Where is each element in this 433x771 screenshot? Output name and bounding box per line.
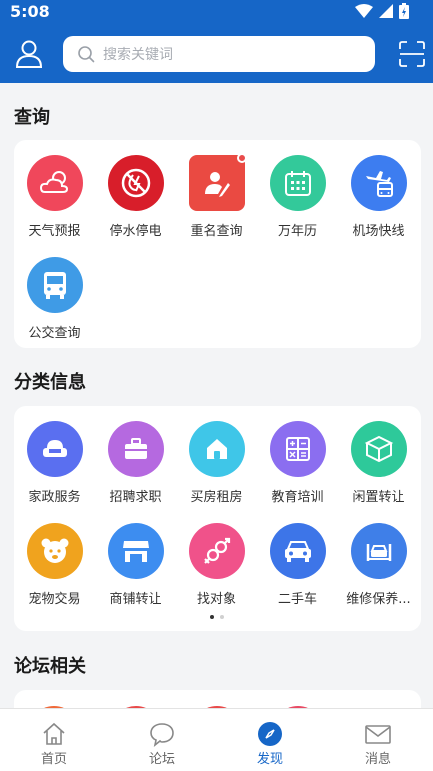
- page-dot: [220, 615, 224, 619]
- grid-item-label: 宠物交易: [28, 592, 81, 607]
- grid-item-label: 家政服务: [28, 490, 81, 505]
- compass-icon: [258, 722, 282, 746]
- tab-label: 论坛: [148, 752, 175, 767]
- grid-item-label: 机场快线: [352, 224, 405, 239]
- tab-messages[interactable]: 消息: [324, 709, 432, 771]
- battery-icon: [399, 3, 409, 19]
- gender-icon: [188, 523, 245, 579]
- name-search-icon: [188, 153, 247, 211]
- sofa-icon: [26, 421, 83, 477]
- bottom-tab-bar: 首页 论坛 发现 消息: [0, 708, 433, 771]
- shop-icon: [107, 523, 164, 579]
- grid-item-housekeeping[interactable]: 家政服务: [14, 421, 95, 505]
- status-icons: [355, 3, 409, 19]
- user-profile-icon[interactable]: [16, 40, 42, 68]
- home-icon: [43, 722, 65, 745]
- grid-item-label: 万年历: [277, 224, 317, 239]
- grid-item-name-search[interactable]: 重名查询: [176, 153, 257, 239]
- grid-item-education[interactable]: 教育培训: [257, 421, 338, 505]
- wifi-icon: [355, 4, 373, 18]
- grid-item-label: 闲置转让: [352, 490, 405, 505]
- tab-home[interactable]: 首页: [0, 709, 108, 771]
- grid-item-outage[interactable]: 停水停电: [95, 155, 176, 239]
- page-dot-active: [210, 615, 214, 619]
- grid-item-label: 公交查询: [28, 326, 81, 341]
- signal-icon: [379, 4, 393, 18]
- grid-item-jobs[interactable]: 招聘求职: [95, 421, 176, 505]
- house-icon: [188, 421, 245, 477]
- grid-item-secondhand[interactable]: 闲置转让: [338, 421, 419, 505]
- tab-label: 首页: [40, 752, 67, 767]
- section-title-query: 查询: [14, 107, 50, 128]
- weather-icon: [26, 155, 83, 211]
- notification-dot: [236, 153, 247, 163]
- grid-item-dating[interactable]: 找对象: [176, 523, 257, 607]
- scan-icon[interactable]: [399, 41, 425, 67]
- grid-item-label: 招聘求职: [109, 490, 162, 505]
- grid-item-airport[interactable]: 机场快线: [338, 155, 419, 239]
- grid-item-housing[interactable]: 买房租房: [176, 421, 257, 505]
- query-card: 天气预报 停水停电 重名查询 万年历 机场快线 公交查询: [14, 140, 421, 348]
- briefcase-icon: [107, 421, 164, 477]
- mail-icon: [365, 725, 391, 744]
- search-input[interactable]: 搜索关键词: [103, 44, 173, 64]
- tab-forum[interactable]: 论坛: [108, 709, 216, 771]
- grid-item-label: 重名查询: [190, 224, 243, 239]
- grid-item-pets[interactable]: 宠物交易: [14, 523, 95, 607]
- chat-icon: [150, 723, 174, 747]
- pet-icon: [26, 523, 83, 579]
- calculator-icon: [269, 421, 326, 477]
- airport-bus-icon: [350, 155, 407, 211]
- grid-item-label: 维修保养...: [346, 592, 411, 607]
- grid-item-label: 找对象: [196, 592, 236, 607]
- tab-discover[interactable]: 发现: [216, 709, 324, 771]
- grid-item-label: 商铺转让: [109, 592, 162, 607]
- grid-item-label: 二手车: [277, 592, 317, 607]
- grid-item-label: 停水停电: [109, 224, 162, 239]
- tab-label: 消息: [364, 752, 391, 767]
- classifieds-card: 家政服务 招聘求职 买房租房 教育培训 闲置转让 宠物交易 商铺转让 找对象 二…: [14, 406, 421, 631]
- no-water-power-icon: [107, 155, 164, 211]
- app-header: 5:08 搜索关键词: [0, 0, 433, 83]
- grid-item-calendar[interactable]: 万年历: [257, 155, 338, 239]
- grid-item-label: 天气预报: [28, 224, 81, 239]
- grid-item-shops[interactable]: 商铺转让: [95, 523, 176, 607]
- search-icon: [78, 46, 95, 63]
- box-icon: [350, 421, 407, 477]
- search-bar[interactable]: 搜索关键词: [63, 36, 375, 72]
- calendar-icon: [269, 155, 326, 211]
- tab-label: 发现: [256, 752, 283, 767]
- status-time: 5:08: [10, 2, 50, 21]
- grid-item-used-cars[interactable]: 二手车: [257, 523, 338, 607]
- page-indicator: [210, 615, 224, 619]
- grid-item-bus[interactable]: 公交查询: [14, 257, 95, 341]
- grid-item-label: 买房租房: [190, 490, 243, 505]
- bus-icon: [26, 257, 83, 313]
- section-title-classifieds: 分类信息: [14, 372, 86, 393]
- grid-item-label: 教育培训: [271, 490, 324, 505]
- section-title-forum: 论坛相关: [14, 656, 86, 677]
- grid-item-car-repair[interactable]: 维修保养...: [338, 523, 419, 607]
- grid-item-weather[interactable]: 天气预报: [14, 155, 95, 239]
- car-repair-icon: [350, 523, 407, 579]
- car-icon: [269, 523, 326, 579]
